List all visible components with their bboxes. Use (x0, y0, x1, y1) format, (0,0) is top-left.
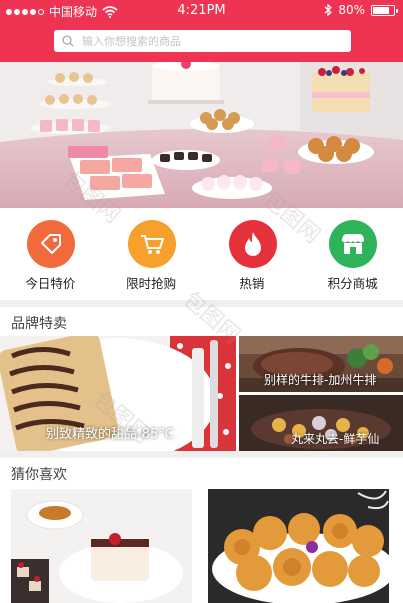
fried-balls-image (208, 489, 389, 603)
category-today-deals[interactable]: 今日特价 (0, 208, 101, 300)
brand-card-steak[interactable]: 别样的牛排-加州牛排 (239, 336, 403, 392)
shopping-cart-icon (127, 220, 176, 268)
category-label: 热销 (239, 276, 265, 291)
brand-caption: 丸来丸去-鲜芋仙 (291, 432, 380, 446)
category-label: 积分商城 (327, 276, 378, 291)
status-right: 80% (324, 3, 398, 17)
category-points-mall[interactable]: 积分商城 (302, 208, 403, 300)
section-divider (0, 300, 403, 307)
battery-percent: 80% (338, 3, 365, 17)
recommend-card-fried[interactable] (208, 489, 389, 603)
store-icon (329, 220, 378, 268)
search-bar[interactable] (54, 30, 351, 52)
brand-caption: 别样的牛排-加州牛排 (264, 373, 377, 387)
section-divider (0, 451, 403, 458)
top-header: 中国移动 4:21PM 80% (0, 0, 403, 62)
search-icon (62, 35, 74, 47)
dessert-table-image (0, 62, 403, 208)
battery-level (373, 6, 389, 14)
brand-caption: 别致精致的甜品-85°C (46, 427, 174, 442)
cake-tea-image (11, 489, 192, 603)
flame-icon (228, 220, 277, 268)
status-bar: 中国移动 4:21PM 80% (0, 0, 403, 22)
guess-you-like-title: 猜你喜欢 (11, 467, 67, 483)
category-row: 今日特价 限时抢购 热销 积分商城 (0, 208, 403, 300)
search-input[interactable] (82, 34, 322, 48)
brand-card-dessert[interactable]: 别致精致的甜品-85°C (0, 336, 236, 451)
category-hot-sale[interactable]: 热销 (202, 208, 303, 300)
battery-icon (371, 4, 398, 16)
category-flash-sale[interactable]: 限时抢购 (101, 208, 202, 300)
recommend-card-cake[interactable] (11, 489, 192, 603)
brand-sale-title: 品牌特卖 (11, 316, 67, 332)
bluetooth-icon (324, 4, 333, 16)
brand-card-taro[interactable]: 丸来丸去-鲜芋仙 (239, 395, 403, 451)
category-label: 限时抢购 (126, 276, 177, 291)
hero-banner[interactable] (0, 62, 403, 208)
price-tag-icon (27, 220, 75, 268)
category-label: 今日特价 (25, 276, 76, 291)
